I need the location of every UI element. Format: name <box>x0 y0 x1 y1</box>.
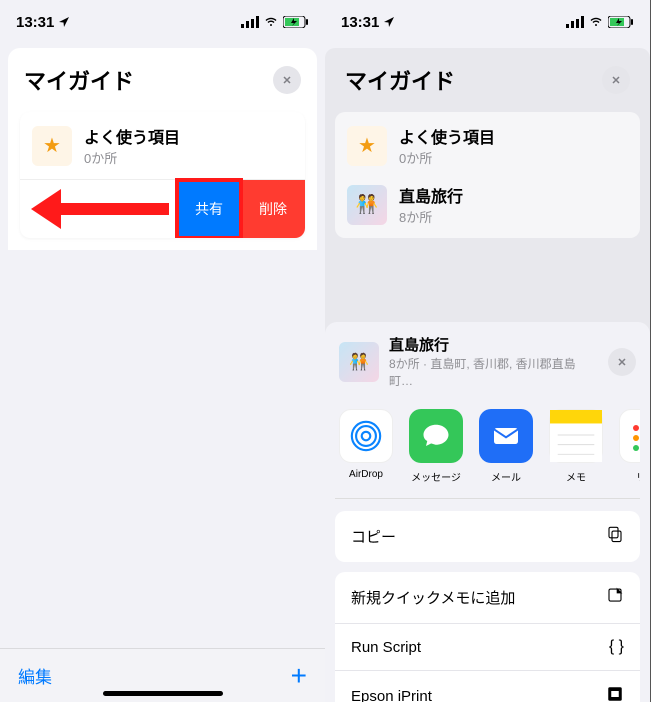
battery-icon <box>283 16 309 28</box>
quicknote-icon <box>606 586 624 609</box>
share-app-row[interactable]: AirDrop メッセージ メール メモ <box>335 405 640 499</box>
status-time: 13:31 <box>16 14 54 31</box>
share-app-notes[interactable]: メモ <box>549 409 603 484</box>
status-bar: 13:31 <box>0 0 325 44</box>
star-icon: ★ <box>347 126 387 166</box>
guide-list: ★ よく使う項目 0か所 🧑‍🤝‍🧑 直島旅行 8か所 <box>335 112 640 238</box>
share-app-message[interactable]: メッセージ <box>409 409 463 484</box>
share-app-airdrop[interactable]: AirDrop <box>339 409 393 484</box>
app-label: メモ <box>566 469 586 484</box>
share-app-mail[interactable]: メール <box>479 409 533 484</box>
airdrop-icon <box>339 409 393 463</box>
notes-icon <box>549 409 603 463</box>
share-subtitle: 8か所 · 直島町, 香川郡, 香川郡直島町… <box>389 355 598 389</box>
swipe-delete-button[interactable]: 削除 <box>241 180 305 238</box>
action-epson-iprint[interactable]: Epson iPrint <box>335 671 640 702</box>
add-button[interactable]: + <box>291 660 307 692</box>
action-list-1: コピー <box>335 511 640 562</box>
status-time: 13:31 <box>341 14 379 31</box>
swipe-arrow-annotation <box>20 199 177 219</box>
action-quicknote[interactable]: 新規クイックメモに追加 <box>335 572 640 624</box>
guide-title: よく使う項目 <box>84 124 180 148</box>
copy-icon <box>606 525 624 548</box>
printer-icon <box>606 685 624 702</box>
swipe-share-button[interactable]: 共有 <box>177 180 241 238</box>
share-sheet: 🧑‍🤝‍🧑 直島旅行 8か所 · 直島町, 香川郡, 香川郡直島町… AirDr… <box>325 322 650 702</box>
reminder-icon <box>619 409 640 463</box>
wifi-icon <box>263 16 279 28</box>
guide-item-favorites[interactable]: ★ よく使う項目 0か所 <box>20 112 305 180</box>
action-label: 新規クイックメモに追加 <box>351 587 515 608</box>
status-right <box>241 16 309 28</box>
swipe-actions-row: 共有 削除 <box>20 180 305 238</box>
signal-icon <box>566 16 584 28</box>
battery-icon <box>608 16 634 28</box>
app-label: リマ <box>636 469 640 484</box>
guide-item-naoshima[interactable]: 🧑‍🤝‍🧑 直島旅行 8か所 <box>335 175 640 234</box>
app-label: メール <box>491 469 521 484</box>
star-icon: ★ <box>32 126 72 166</box>
close-icon <box>610 74 622 86</box>
action-label: コピー <box>351 526 396 547</box>
action-copy[interactable]: コピー <box>335 511 640 562</box>
location-icon <box>383 16 395 28</box>
signal-icon <box>241 16 259 28</box>
action-label: Epson iPrint <box>351 688 432 702</box>
guide-subtitle: 8か所 <box>399 207 463 226</box>
phone-left: 13:31 マイガイド ★ よく使う項目 0か所 <box>0 0 325 702</box>
close-icon <box>616 356 628 368</box>
action-list-2: 新規クイックメモに追加 Run Script { } Epson iPrint … <box>335 572 640 702</box>
status-bar: 13:31 <box>325 0 650 44</box>
guide-subtitle: 0か所 <box>84 148 180 167</box>
braces-icon: { } <box>609 638 624 656</box>
phone-right: 13:31 マイガイド ★ よく使う項目 0か所 🧑‍🤝‍ <box>325 0 650 702</box>
share-app-reminder[interactable]: リマ <box>619 409 640 484</box>
edit-button[interactable]: 編集 <box>18 663 52 688</box>
mail-icon <box>479 409 533 463</box>
location-icon <box>58 16 70 28</box>
guide-title: 直島旅行 <box>399 183 463 207</box>
close-icon <box>281 74 293 86</box>
guide-list: ★ よく使う項目 0か所 共有 削除 <box>20 112 305 238</box>
close-button[interactable] <box>602 66 630 94</box>
share-close-button[interactable] <box>608 348 636 376</box>
share-thumbnail: 🧑‍🤝‍🧑 <box>339 342 379 382</box>
share-title: 直島旅行 <box>389 334 598 355</box>
sheet-title: マイガイド <box>24 64 134 96</box>
guide-thumbnail: 🧑‍🤝‍🧑 <box>347 185 387 225</box>
close-button[interactable] <box>273 66 301 94</box>
status-right <box>566 16 634 28</box>
sheet-title: マイガイド <box>345 64 455 96</box>
app-label: メッセージ <box>411 469 461 484</box>
guide-subtitle: 0か所 <box>399 148 495 167</box>
action-label: Run Script <box>351 639 421 656</box>
app-label: AirDrop <box>349 469 383 480</box>
message-icon <box>409 409 463 463</box>
guides-sheet: マイガイド ★ よく使う項目 0か所 共有 削除 <box>8 48 317 250</box>
home-indicator <box>103 691 223 696</box>
action-run-script[interactable]: Run Script { } <box>335 624 640 671</box>
guide-item-favorites[interactable]: ★ よく使う項目 0か所 <box>335 116 640 175</box>
guide-title: よく使う項目 <box>399 124 495 148</box>
wifi-icon <box>588 16 604 28</box>
